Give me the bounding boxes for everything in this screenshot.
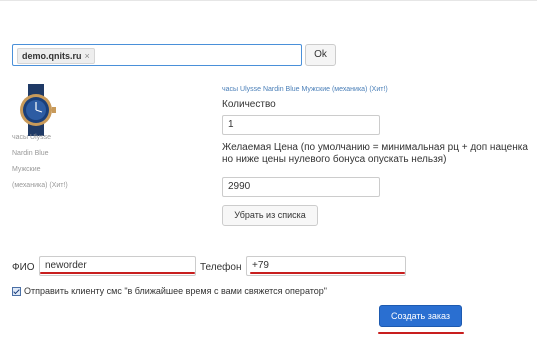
ok-button[interactable]: Ok <box>305 44 336 66</box>
sms-label: Отправить клиенту смс "в ближайшее время… <box>24 286 327 296</box>
remove-from-list-button[interactable]: Убрать из списка <box>222 205 318 226</box>
caption-line: Nardin Blue <box>12 150 49 157</box>
price-input[interactable]: 2990 <box>222 177 380 197</box>
fio-label: ФИО <box>12 262 35 273</box>
price-hint-line: Желаемая Цена (по умолчанию = минимальна… <box>222 142 528 153</box>
top-divider <box>0 0 537 1</box>
product-caption: часы Ulysse Nardin Blue Мужские (механик… <box>12 130 74 194</box>
fio-annotation-underline <box>40 272 195 274</box>
remove-tag-icon[interactable]: × <box>85 49 90 63</box>
create-annotation-underline <box>378 332 464 334</box>
site-selector-field[interactable]: demo.qnits.ru × <box>12 44 302 66</box>
phone-label: Телефон <box>200 262 242 273</box>
caption-line: часы Ulysse <box>12 134 52 141</box>
sms-option: Отправить клиенту смс "в ближайшее время… <box>12 286 327 296</box>
phone-annotation-underline <box>250 272 405 274</box>
caption-line: Мужские <box>12 166 41 173</box>
product-link[interactable]: часы Ulysse Nardin Blue Мужские (механик… <box>222 86 388 93</box>
create-order-button[interactable]: Создать заказ <box>379 305 462 327</box>
price-hint-line: но ниже цены нулевого бонуса опускать не… <box>222 154 447 165</box>
price-hint: Желаемая Цена (по умолчанию = минимальна… <box>222 142 537 166</box>
quantity-label: Количество <box>222 99 276 110</box>
site-tag-label: demo.qnits.ru <box>22 51 82 61</box>
watch-icon <box>20 84 56 136</box>
sms-checkbox[interactable] <box>12 286 21 296</box>
site-tag: demo.qnits.ru × <box>17 48 95 64</box>
quantity-input[interactable]: 1 <box>222 115 380 135</box>
caption-line: (механика) (Хит!) <box>12 182 68 189</box>
